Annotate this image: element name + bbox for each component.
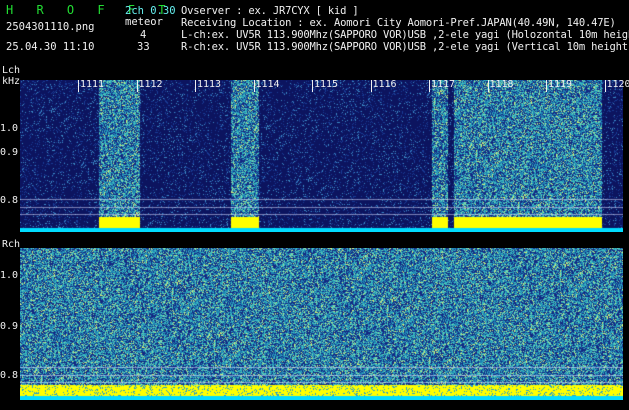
lch-info: L-ch:ex. UV5R 113.900Mhz(SAPPORO VOR)USB… (181, 29, 629, 41)
lch-xtick-label: 1119 (548, 79, 573, 90)
lch-xtick-label: 1111 (80, 79, 105, 90)
filename-label: 2504301110.png (6, 21, 95, 33)
lch-xtick-label: 1117 (431, 79, 456, 90)
lch-spectrogram (20, 80, 623, 232)
lch-ytick-1.0: 1.0 (0, 123, 19, 134)
lch-xtick-mark (136, 80, 138, 92)
location-info: Receiving Location : ex. Aomori City Aom… (181, 17, 616, 29)
lch-xtick-mark (604, 80, 606, 92)
lch-xtick-label: 1114 (255, 79, 280, 90)
lch-xtick-label: 1113 (197, 79, 222, 90)
meteor-count-rch: 33 (137, 41, 150, 53)
lch-xtick-label: 1115 (314, 79, 339, 90)
lch-xtick-mark (78, 80, 79, 92)
lch-xtick-mark (312, 80, 313, 92)
lch-unit-label: kHz (2, 76, 21, 87)
lch-ytick-0.8: 0.8 (0, 195, 19, 206)
lch-xtick-label: 1112 (138, 79, 163, 90)
lch-xtick-mark (487, 80, 489, 92)
observer-info: Ovserver : ex. JR7CYX [ kid ] (181, 5, 359, 17)
lch-xtick-mark (546, 80, 547, 92)
rch-ytick-0.9: 0.9 (0, 321, 19, 332)
lch-xtick-mark (429, 80, 430, 92)
lch-xtick-label: 1120 (606, 79, 629, 90)
rch-channel-label: Rch (2, 239, 21, 250)
rch-ytick-0.8: 0.8 (0, 370, 19, 381)
meteor-count-lch: 4 (140, 29, 147, 41)
lch-xtick-label: 1118 (489, 79, 514, 90)
mode-label: meteor (125, 16, 163, 28)
timestamp-label: 25.04.30 11:10 (6, 41, 95, 53)
lch-channel-label: Lch (2, 65, 21, 76)
lch-xtick-mark (370, 80, 372, 92)
rch-info: R-ch:ex. UV5R 113.900Mhz(SAPPORO VOR)USB… (181, 41, 629, 53)
lch-xtick-mark (195, 80, 196, 92)
lch-ytick-0.9: 0.9 (0, 147, 19, 158)
lch-xtick-mark (253, 80, 255, 92)
rch-ytick-1.0: 1.0 (0, 270, 19, 281)
rch-spectrogram (20, 248, 623, 400)
lch-xtick-label: 1116 (372, 79, 397, 90)
